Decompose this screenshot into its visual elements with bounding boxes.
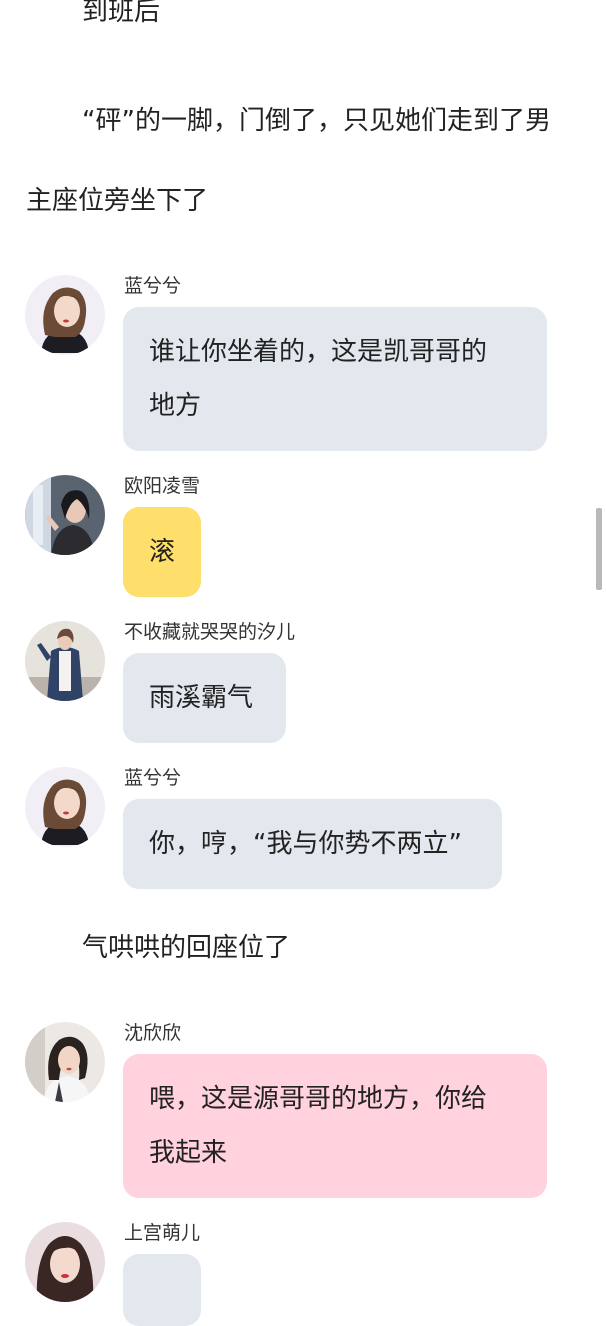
message-text-line: 谁让你坐着的，这是凯哥哥的 bbox=[149, 337, 488, 367]
message-text-line: 地方 bbox=[149, 391, 202, 421]
sender-name: 沈欣欣 bbox=[124, 1022, 182, 1044]
avatar-icon[interactable] bbox=[25, 1022, 105, 1102]
message-bubble[interactable]: 雨溪霸气 bbox=[123, 653, 286, 743]
avatar-icon[interactable] bbox=[25, 275, 105, 355]
sender-name: 不收藏就哭哭的汐儿 bbox=[124, 621, 296, 643]
message-bubble[interactable] bbox=[123, 1254, 201, 1326]
avatar-icon[interactable] bbox=[25, 767, 105, 847]
message-bubble[interactable]: 谁让你坐着的，这是凯哥哥的 地方 bbox=[123, 307, 547, 451]
message-text-line: 我起来 bbox=[149, 1138, 228, 1168]
avatar-icon[interactable] bbox=[25, 475, 105, 555]
message-text-line: 雨溪霸气 bbox=[149, 683, 254, 713]
story-paragraph-2-line-2: 主座位旁坐下了 bbox=[26, 186, 209, 216]
sender-name: 欧阳凌雪 bbox=[124, 475, 201, 497]
story-paragraph-2-line-1: “砰”的一脚，门倒了，只见她们走到了男 bbox=[82, 106, 551, 136]
message-bubble[interactable]: 你，哼，“我与你势不两立” bbox=[123, 799, 502, 889]
avatar-icon[interactable] bbox=[25, 621, 105, 701]
message-bubble[interactable]: 喂，这是源哥哥的地方，你给 我起来 bbox=[123, 1054, 547, 1198]
story-paragraph-1: 到班后 bbox=[82, 0, 161, 27]
sender-name: 蓝兮兮 bbox=[124, 767, 182, 789]
sender-name: 蓝兮兮 bbox=[124, 275, 182, 297]
message-text-line: 喂，这是源哥哥的地方，你给 bbox=[149, 1084, 488, 1114]
scrollbar-thumb[interactable] bbox=[596, 508, 602, 590]
message-bubble[interactable]: 滚 bbox=[123, 507, 201, 597]
message-text-line: 滚 bbox=[149, 537, 176, 567]
story-paragraph-3: 气哄哄的回座位了 bbox=[82, 933, 291, 963]
message-text-line: 你，哼，“我与你势不两立” bbox=[149, 829, 462, 859]
sender-name: 上宫萌儿 bbox=[124, 1222, 201, 1244]
avatar-icon[interactable] bbox=[25, 1222, 105, 1302]
